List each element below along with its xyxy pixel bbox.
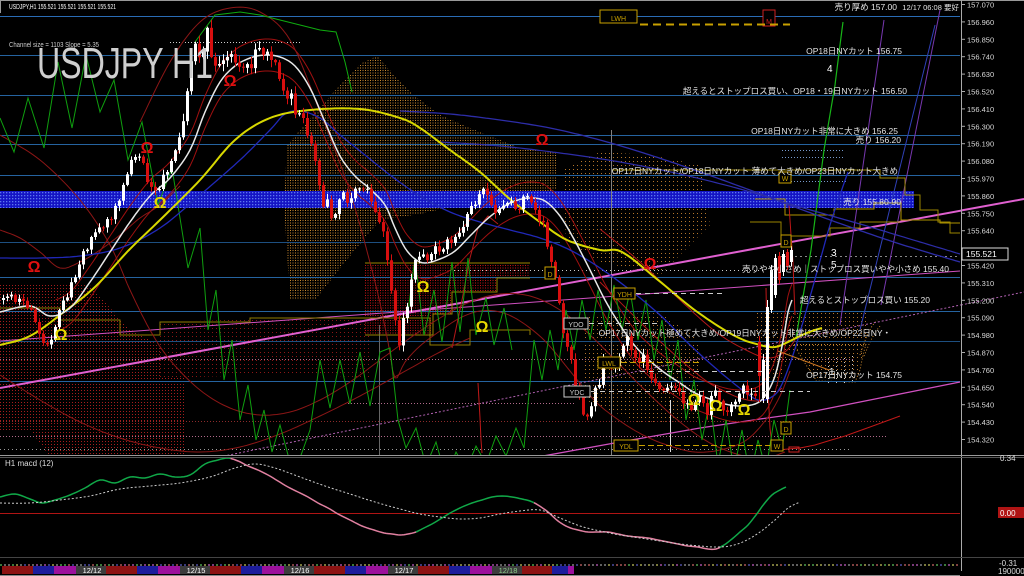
svg-text:YDO: YDO [568, 322, 584, 329]
svg-text:USDJPY H1: USDJPY H1 [37, 39, 213, 88]
svg-text:157.070: 157.070 [967, 1, 994, 10]
svg-text:156.190: 156.190 [967, 140, 994, 149]
svg-text:YDH: YDH [617, 292, 632, 299]
svg-text:OP17日NYカット極めて大きめ/OP19日NYカット非常に: OP17日NYカット極めて大きめ/OP19日NYカット非常に大きめ/OP22日N… [599, 328, 891, 338]
svg-text:H1 macd (12): H1 macd (12) [5, 459, 54, 468]
svg-text:Ω: Ω [417, 279, 430, 296]
svg-text:4: 4 [827, 64, 833, 75]
svg-text:156.960: 156.960 [967, 18, 994, 27]
svg-text:154.430: 154.430 [967, 418, 994, 427]
svg-text:154.320: 154.320 [967, 436, 994, 445]
svg-text:155.310: 155.310 [967, 279, 994, 288]
svg-text:155.860: 155.860 [967, 192, 994, 201]
svg-text:W: W [782, 176, 789, 183]
svg-text:156.740: 156.740 [967, 53, 994, 62]
svg-text:156.300: 156.300 [967, 122, 994, 131]
svg-text:3: 3 [831, 248, 837, 259]
svg-text:156.630: 156.630 [967, 70, 994, 79]
svg-text:190000: 190000 [998, 567, 1024, 576]
svg-text:155.090: 155.090 [967, 314, 994, 323]
svg-text:OP18日NYカット 156.75: OP18日NYカット 156.75 [806, 46, 902, 56]
svg-text:154.760: 154.760 [967, 366, 994, 375]
svg-text:Ω: Ω [476, 319, 489, 336]
svg-text:12/12: 12/12 [83, 566, 102, 575]
svg-text:155.200: 155.200 [967, 296, 994, 305]
svg-text:Ω: Ω [224, 73, 237, 90]
svg-text:Ω: Ω [644, 256, 657, 273]
svg-text:156.080: 156.080 [967, 157, 994, 166]
svg-text:155.521: 155.521 [966, 249, 997, 259]
svg-text:Ω: Ω [28, 259, 41, 276]
svg-text:売り 156.20: 売り 156.20 [856, 135, 902, 145]
svg-text:154.540: 154.540 [967, 401, 994, 410]
svg-text:Ω: Ω [536, 132, 549, 149]
svg-text:Ω: Ω [141, 140, 154, 157]
svg-text:156.850: 156.850 [967, 35, 994, 44]
svg-text:12/18: 12/18 [499, 566, 518, 575]
svg-text:155.420: 155.420 [967, 262, 994, 271]
svg-text:12/17: 12/17 [395, 566, 414, 575]
svg-text:売りやや小さめ｜ストップロス買いやや小さめ 155.40: 売りやや小さめ｜ストップロス買いやや小さめ 155.40 [742, 264, 949, 274]
svg-text:0.34: 0.34 [1000, 454, 1016, 463]
svg-text:D: D [783, 427, 788, 434]
svg-text:155.970: 155.970 [967, 175, 994, 184]
svg-text:OP17日NYカット/OP18日NYカット 薄めて大きめ/O: OP17日NYカット/OP18日NYカット 薄めて大きめ/OP23日NYカット大… [612, 166, 898, 176]
svg-text:超えるとストップロス買い、OP18・19日NYカット 156: 超えるとストップロス買い、OP18・19日NYカット 156.50 [683, 86, 907, 96]
svg-text:155.750: 155.750 [967, 209, 994, 218]
svg-text:0.00: 0.00 [1000, 509, 1016, 518]
svg-text:12/17 06:08 要好: 12/17 06:08 要好 [902, 2, 959, 12]
svg-text:YDL: YDL [619, 444, 633, 451]
svg-text:Ω: Ω [688, 392, 701, 409]
svg-text:154.980: 154.980 [967, 331, 994, 340]
svg-text:YDC: YDC [570, 390, 585, 397]
svg-text:売り 155.80-90: 売り 155.80-90 [843, 197, 901, 207]
svg-text:OP17日NYカット 154.75: OP17日NYカット 154.75 [806, 370, 902, 380]
svg-text:売り厚め 157.00: 売り厚め 157.00 [835, 2, 898, 12]
svg-text:12/16: 12/16 [291, 566, 310, 575]
svg-text:154.650: 154.650 [967, 383, 994, 392]
svg-text:超えるとストップロス買い 155.20: 超えるとストップロス買い 155.20 [800, 295, 930, 305]
svg-text:Ω: Ω [55, 327, 68, 344]
svg-text:Ω: Ω [710, 398, 723, 415]
svg-text:W: W [774, 444, 781, 451]
svg-text:LWL: LWL [602, 361, 616, 368]
svg-text:12/15: 12/15 [187, 566, 206, 575]
svg-text:D: D [783, 240, 788, 247]
svg-text:156.410: 156.410 [967, 105, 994, 114]
svg-text:Ω: Ω [738, 402, 751, 419]
svg-text:D: D [547, 272, 552, 279]
svg-text:154.870: 154.870 [967, 349, 994, 358]
svg-text:156.520: 156.520 [967, 88, 994, 97]
svg-text:Ω: Ω [154, 195, 167, 212]
svg-text:USDJPY,H1 155.521 155.521 155: USDJPY,H1 155.521 155.521 155.521 155.52… [9, 2, 116, 11]
svg-text:155.640: 155.640 [967, 227, 994, 236]
svg-text:LWH: LWH [611, 16, 626, 23]
